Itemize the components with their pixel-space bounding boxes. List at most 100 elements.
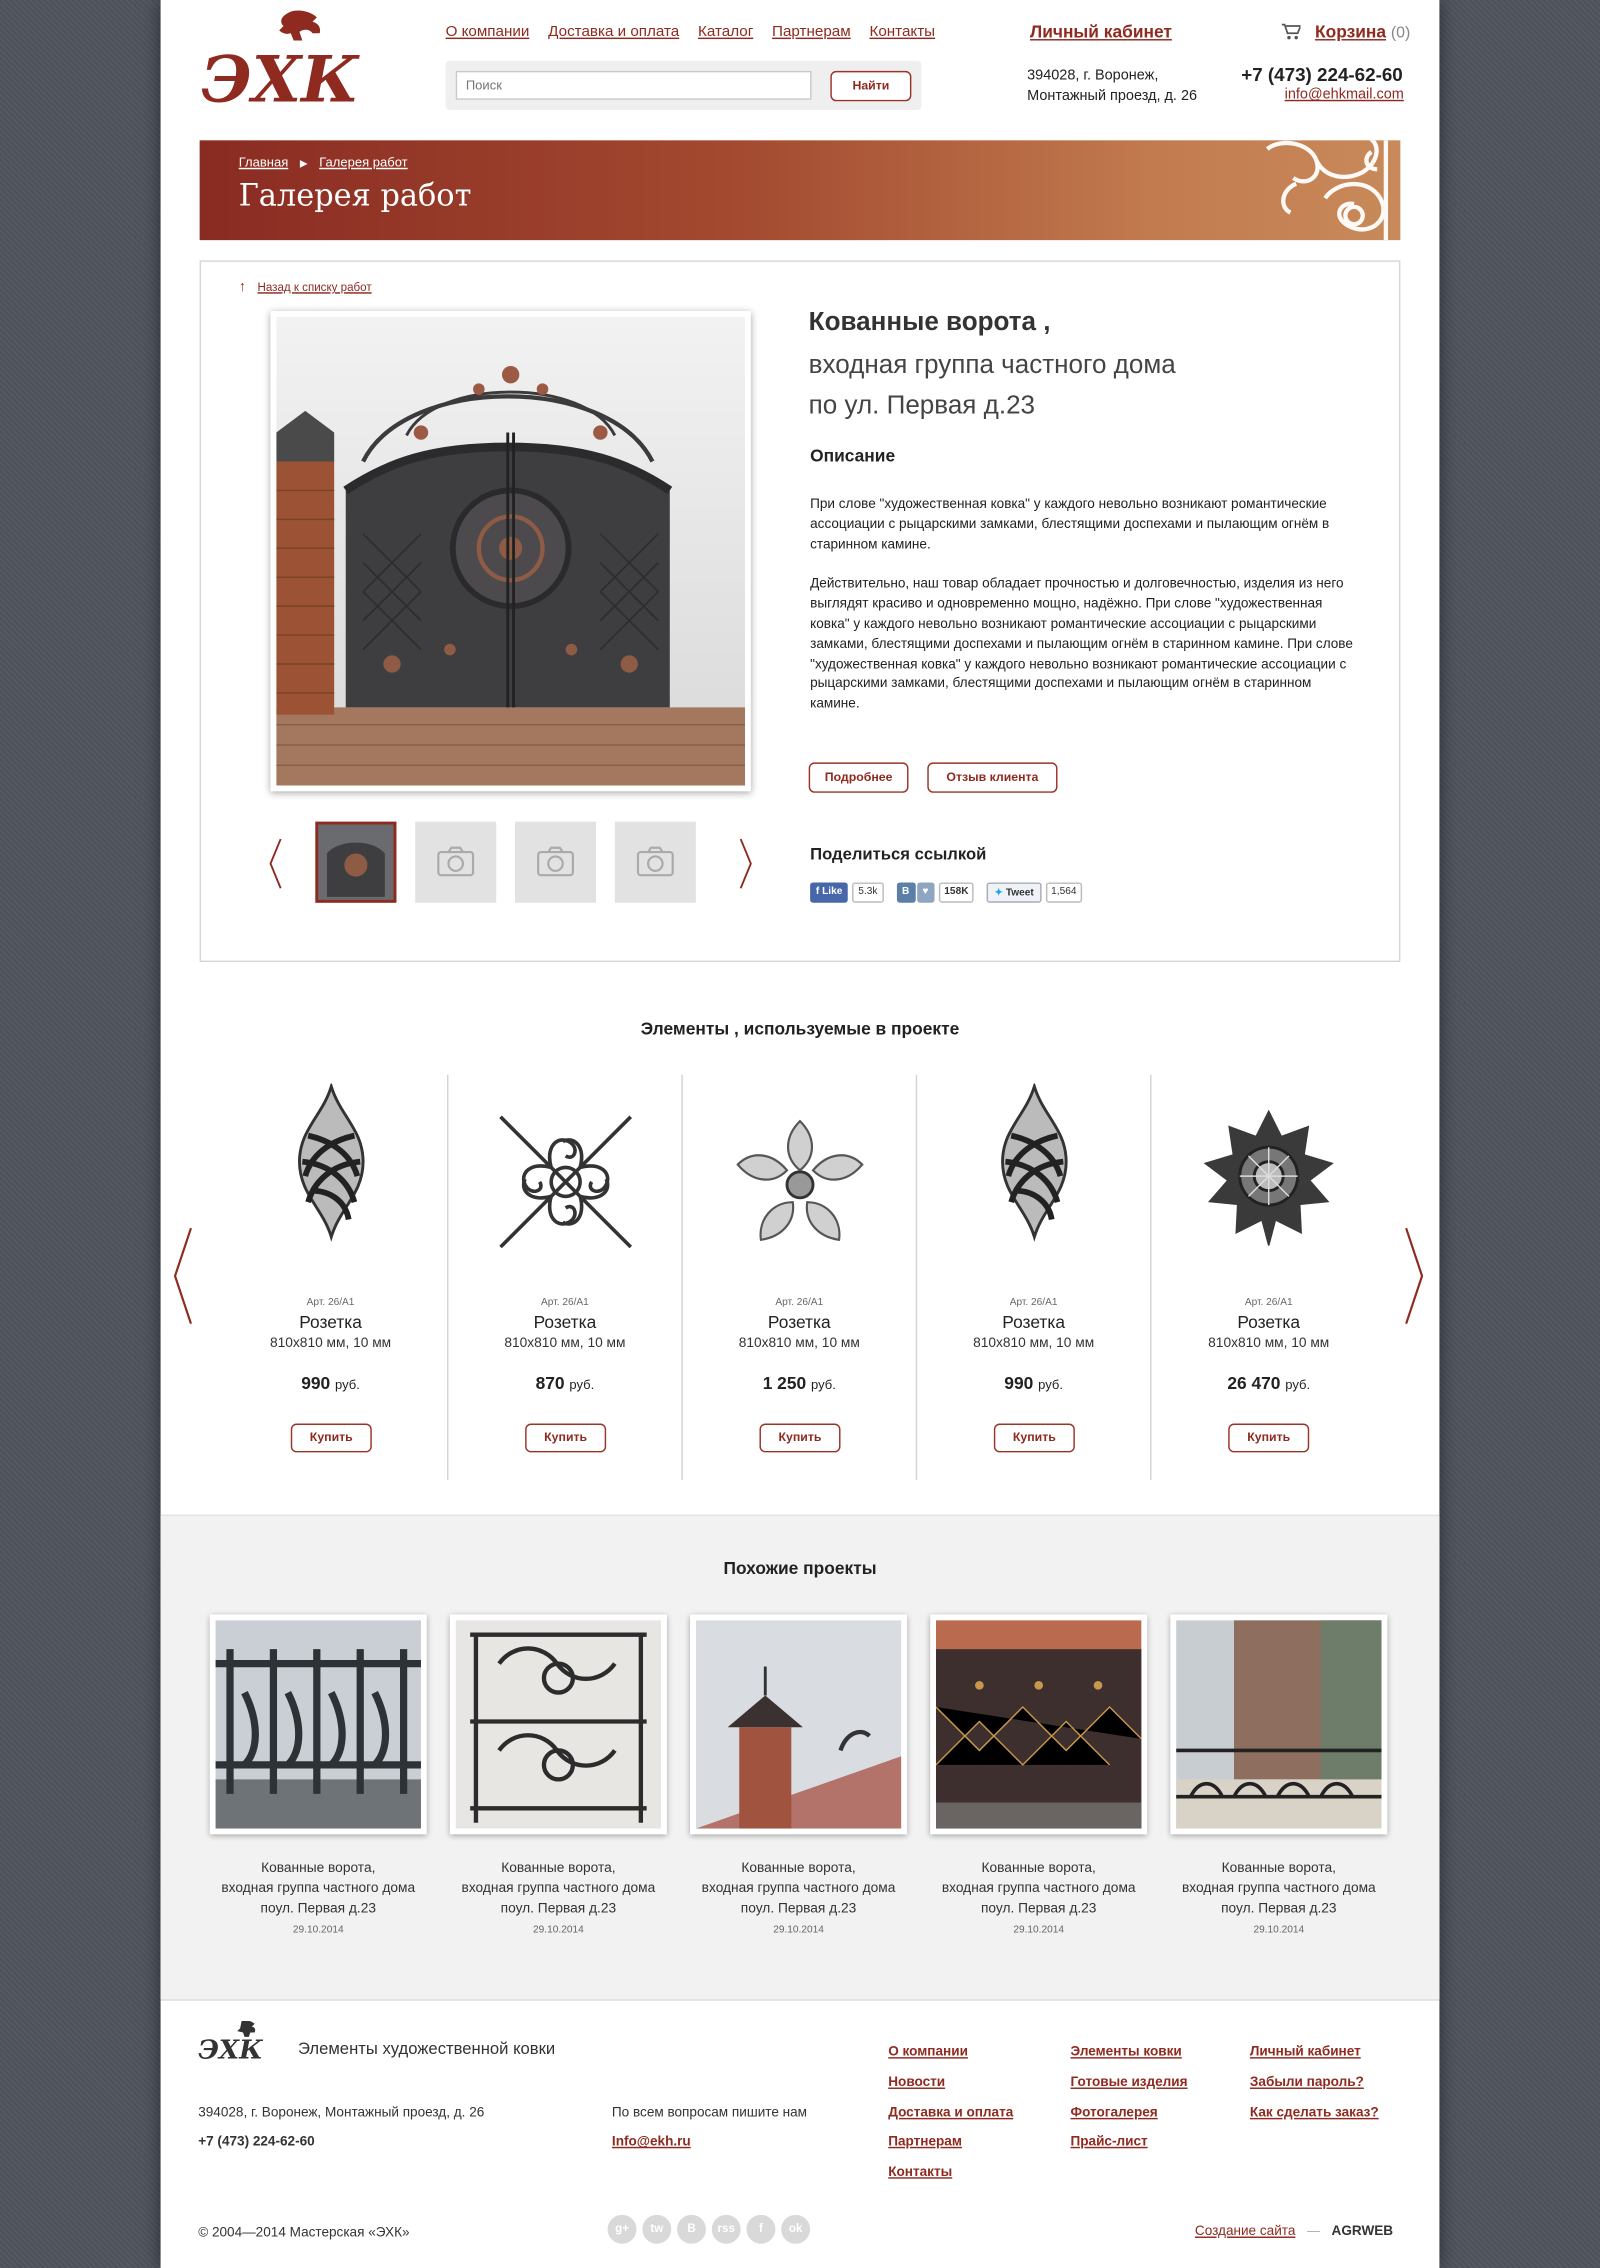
elements-prev-arrow-icon[interactable] <box>172 1227 192 1325</box>
similar-image-3[interactable] <box>690 1614 908 1835</box>
element-card-3[interactable]: Арт. 26/А1 Розетка 810x810 мм, 10 мм 1 2… <box>683 1074 918 1480</box>
footer-link-partners[interactable]: Партнерам <box>888 2132 962 2148</box>
back-link-label[interactable]: Назад к списку работ <box>258 281 372 294</box>
logo[interactable]: ЭХК <box>198 9 369 113</box>
vk-count: 158K <box>938 882 975 903</box>
similar-card-3[interactable]: Кованные ворота, входная группа частного … <box>690 1614 908 1936</box>
similar-card-5[interactable]: Кованные ворота, входная группа частного … <box>1170 1614 1388 1936</box>
googleplus-icon[interactable]: g+ <box>607 2214 637 2244</box>
similar-card-2[interactable]: Кованные ворота, входная группа частного … <box>449 1614 667 1936</box>
facebook-icon[interactable]: f <box>746 2214 776 2244</box>
element-size: 810x810 мм, 10 мм <box>270 1335 392 1352</box>
nav-contacts[interactable]: Контакты <box>869 23 935 40</box>
cabinet-link[interactable]: Личный кабинет <box>1030 22 1172 42</box>
elements-next-arrow-icon[interactable] <box>1405 1227 1425 1325</box>
vk-button[interactable]: В <box>896 882 916 903</box>
tweet-count: 1,564 <box>1045 882 1083 903</box>
nav-partners[interactable]: Партнерам <box>772 23 851 40</box>
footer-link-forgot[interactable]: Забыли пароль? <box>1250 2073 1364 2089</box>
similar-date: 29.10.2014 <box>292 1925 344 1936</box>
svg-text:ЭХК: ЭХК <box>198 2036 263 2062</box>
odnoklassniki-icon[interactable]: ok <box>781 2214 811 2244</box>
element-card-1[interactable]: Арт. 26/А1 Розетка 810x810 мм, 10 мм 990… <box>214 1074 449 1480</box>
review-button[interactable]: Отзыв клиента <box>927 762 1058 793</box>
element-card-4[interactable]: Арт. 26/А1 Розетка 810x810 мм, 10 мм 990… <box>917 1074 1152 1480</box>
element-price: 870 руб. <box>448 1373 681 1393</box>
nav-catalog[interactable]: Каталог <box>698 23 753 40</box>
svg-text:ЭХК: ЭХК <box>201 42 360 113</box>
buy-button[interactable]: Купить <box>759 1423 841 1453</box>
crumb-current[interactable]: Галерея работ <box>319 155 407 169</box>
similar-image-4[interactable] <box>930 1614 1148 1835</box>
gate-photo <box>276 316 746 786</box>
cart-count: (0) <box>1390 24 1411 42</box>
thumb-2[interactable] <box>415 821 497 903</box>
thumb-4[interactable] <box>614 821 696 903</box>
footer-link-delivery[interactable]: Доставка и оплата <box>888 2103 1013 2119</box>
similar-image-2[interactable] <box>449 1614 667 1835</box>
buy-button[interactable]: Купить <box>525 1423 607 1453</box>
crumb-home[interactable]: Главная <box>239 155 289 169</box>
footer-link-howto[interactable]: Как сделать заказ? <box>1250 2103 1379 2119</box>
project-subtitle-line2: по ул. Первая д.23 <box>808 390 1036 420</box>
caption-line2: входная группа частного дома <box>221 1880 416 1897</box>
page-banner: Главная ▶ Галерея работ Галерея работ <box>199 140 1401 241</box>
buy-button[interactable]: Купить <box>1228 1423 1310 1453</box>
made-by-link[interactable]: Создание сайта <box>1195 2222 1295 2238</box>
cart-icon[interactable] <box>1281 23 1301 40</box>
footer-link-cabinet[interactable]: Личный кабинет <box>1250 2043 1361 2059</box>
similar-card-1[interactable]: Кованные ворота, входная группа частного … <box>209 1614 427 1936</box>
header-email[interactable]: info@ehkmail.com <box>1285 87 1404 103</box>
element-name: Розетка <box>299 1312 362 1333</box>
element-art: Арт. 26/А1 <box>775 1297 824 1308</box>
facebook-like-button[interactable]: f Like <box>810 882 849 903</box>
main-project-image[interactable] <box>270 311 751 792</box>
buy-button[interactable]: Купить <box>993 1423 1075 1453</box>
thumb-1[interactable] <box>315 821 397 903</box>
rss-icon[interactable]: rss <box>711 2214 741 2244</box>
similar-date: 29.10.2014 <box>773 1925 824 1936</box>
back-to-list[interactable]: ↑ Назад к списку работ <box>239 279 372 295</box>
nav-delivery[interactable]: Доставка и оплата <box>548 23 679 40</box>
roof-photo <box>695 1620 902 1829</box>
footer-email[interactable]: Info@ekh.ru <box>612 2132 691 2148</box>
element-currency: руб. <box>1285 1377 1311 1392</box>
nav-about[interactable]: О компании <box>446 23 530 40</box>
social-icons: g+ tw В rss f ok <box>607 2214 811 2244</box>
thumb-3[interactable] <box>515 821 597 903</box>
footer-link-pricelist[interactable]: Прайс-лист <box>1071 2132 1148 2148</box>
description-paragraph-1: При слове "художественная ковка" у каждо… <box>810 494 1330 551</box>
thumb-next-arrow-icon[interactable] <box>739 838 753 890</box>
vk-heart-icon[interactable]: ♥ <box>916 882 935 903</box>
similar-image-1[interactable] <box>209 1614 427 1835</box>
footer-logo[interactable]: ЭХК <box>198 2020 267 2062</box>
more-button[interactable]: Подробнее <box>808 762 909 793</box>
similar-card-4[interactable]: Кованные ворота, входная группа частного … <box>930 1614 1148 1936</box>
element-size: 810x810 мм, 10 мм <box>1208 1335 1330 1352</box>
similar-date: 29.10.2014 <box>533 1925 584 1936</box>
thumb-prev-arrow-icon[interactable] <box>268 838 282 890</box>
search-input[interactable] <box>455 70 812 100</box>
cart-label[interactable]: Корзина <box>1315 22 1386 42</box>
twitter-icon[interactable]: tw <box>642 2214 672 2244</box>
vk-icon[interactable]: В <box>677 2214 706 2244</box>
search-button[interactable]: Найти <box>830 70 912 102</box>
element-card-2[interactable]: Арт. 26/А1 Розетка 810x810 мм, 10 мм 870… <box>448 1074 683 1480</box>
header-address: 394028, г. Воронеж, Монтажный проезд, д.… <box>1027 67 1197 108</box>
similar-image-5[interactable] <box>1170 1614 1388 1835</box>
footer-link-contacts[interactable]: Контакты <box>888 2163 952 2179</box>
footer-link-elements[interactable]: Элементы ковки <box>1071 2043 1182 2059</box>
agency-logo[interactable]: AGRWEB <box>1332 2222 1394 2238</box>
footer-link-about[interactable]: О компании <box>888 2043 968 2059</box>
main-nav: О компании Доставка и оплата Каталог Пар… <box>446 23 954 40</box>
camera-icon <box>636 846 674 877</box>
footer-link-products[interactable]: Готовые изделия <box>1071 2073 1188 2089</box>
caption-line1: Кованные ворота, <box>1221 1860 1337 1877</box>
footer-link-news[interactable]: Новости <box>888 2073 945 2089</box>
buy-button[interactable]: Купить <box>290 1423 372 1453</box>
cart-link[interactable]: Корзина (0) <box>1315 22 1410 42</box>
element-card-5[interactable]: Арт. 26/А1 Розетка 810x810 мм, 10 мм 26 … <box>1152 1075 1386 1480</box>
tweet-button[interactable]: ✦ Tweet <box>987 882 1042 903</box>
caption-line3: поул. Первая д.23 <box>740 1900 857 1917</box>
footer-link-gallery[interactable]: Фотогалерея <box>1071 2103 1158 2119</box>
